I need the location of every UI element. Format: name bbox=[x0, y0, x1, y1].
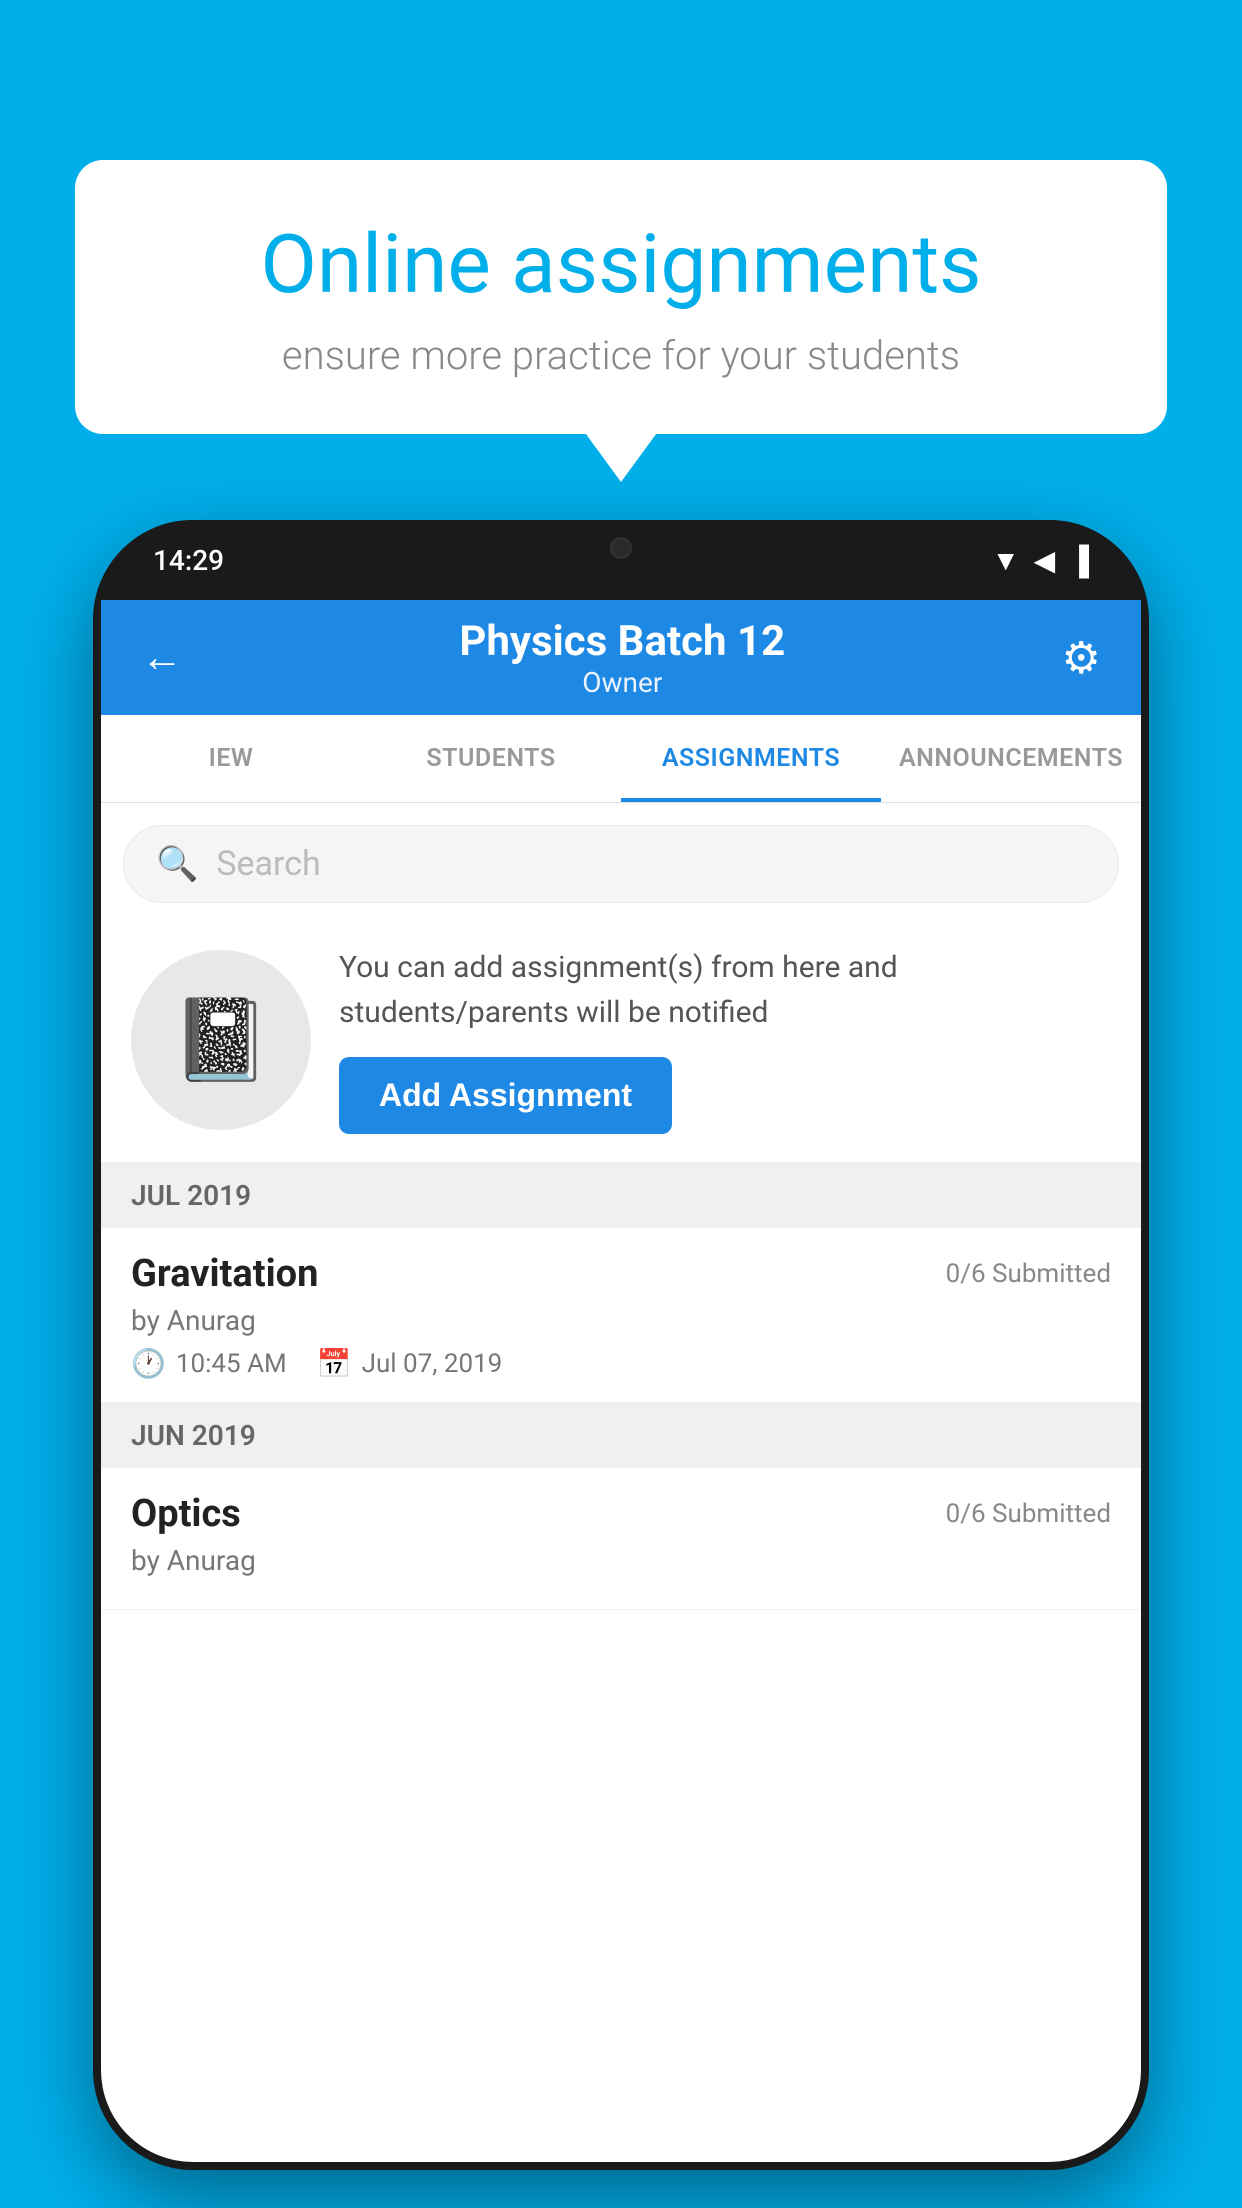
assignment-name-optics: Optics bbox=[131, 1492, 241, 1536]
phone-screen: ← Physics Batch 12 Owner ⚙ IEW STUDENTS … bbox=[101, 600, 1141, 2162]
clock-icon: 🕐 bbox=[131, 1347, 166, 1380]
tab-students[interactable]: STUDENTS bbox=[361, 715, 621, 802]
assignment-date: 📅 Jul 07, 2019 bbox=[317, 1347, 503, 1380]
promo-icon-circle: 📓 bbox=[131, 950, 311, 1130]
section-header-jul: JUL 2019 bbox=[101, 1163, 1141, 1228]
battery-icon: ▐ bbox=[1069, 544, 1089, 577]
calendar-icon: 📅 bbox=[317, 1347, 352, 1380]
app-header: ← Physics Batch 12 Owner ⚙ bbox=[101, 600, 1141, 715]
tabs-bar: IEW STUDENTS ASSIGNMENTS ANNOUNCEMENTS bbox=[101, 715, 1141, 803]
notebook-icon: 📓 bbox=[171, 993, 271, 1087]
section-header-jun: JUN 2019 bbox=[101, 1403, 1141, 1468]
assignment-row-top-2: Optics 0/6 Submitted bbox=[131, 1492, 1111, 1536]
bubble-title: Online assignments bbox=[145, 220, 1097, 310]
speech-bubble-container: Online assignments ensure more practice … bbox=[75, 160, 1167, 434]
tab-assignments[interactable]: ASSIGNMENTS bbox=[621, 715, 881, 802]
search-bar[interactable]: 🔍 Search bbox=[123, 825, 1119, 903]
wifi-icon: ▼ bbox=[992, 544, 1020, 577]
notch bbox=[531, 520, 711, 575]
tab-iew[interactable]: IEW bbox=[101, 715, 361, 802]
assignment-submitted-optics: 0/6 Submitted bbox=[946, 1499, 1111, 1529]
assignment-name: Gravitation bbox=[131, 1252, 318, 1296]
status-time: 14:29 bbox=[153, 544, 224, 577]
status-icons: ▼ ◀ ▐ bbox=[992, 544, 1089, 577]
promo-text: You can add assignment(s) from here and … bbox=[339, 945, 1111, 1035]
phone-frame: 14:29 ▼ ◀ ▐ ← Physics Batch 12 Owner ⚙ I… bbox=[93, 520, 1149, 2170]
add-assignment-button[interactable]: Add Assignment bbox=[339, 1057, 672, 1134]
search-placeholder: Search bbox=[216, 844, 320, 884]
assignment-time: 🕐 10:45 AM bbox=[131, 1347, 287, 1380]
settings-button[interactable]: ⚙ bbox=[1062, 632, 1101, 684]
assignment-author: by Anurag bbox=[131, 1304, 1111, 1337]
header-center: Physics Batch 12 Owner bbox=[459, 617, 785, 699]
status-bar: 14:29 ▼ ◀ ▐ bbox=[93, 520, 1149, 600]
assignment-meta: 🕐 10:45 AM 📅 Jul 07, 2019 bbox=[131, 1347, 1111, 1380]
bubble-subtitle: ensure more practice for your students bbox=[145, 332, 1097, 379]
assignment-item-gravitation[interactable]: Gravitation 0/6 Submitted by Anurag 🕐 10… bbox=[101, 1228, 1141, 1403]
content-area: 🔍 Search 📓 You can add assignment(s) fro… bbox=[101, 803, 1141, 1610]
assignment-submitted: 0/6 Submitted bbox=[946, 1259, 1111, 1289]
batch-title: Physics Batch 12 bbox=[459, 617, 785, 666]
tab-announcements[interactable]: ANNOUNCEMENTS bbox=[881, 715, 1141, 802]
camera bbox=[610, 537, 632, 559]
search-icon: 🔍 bbox=[156, 844, 198, 884]
assignment-author-optics: by Anurag bbox=[131, 1544, 1111, 1577]
speech-bubble: Online assignments ensure more practice … bbox=[75, 160, 1167, 434]
assignment-row-top: Gravitation 0/6 Submitted bbox=[131, 1252, 1111, 1296]
signal-icon: ◀ bbox=[1034, 544, 1056, 577]
assignment-item-optics[interactable]: Optics 0/6 Submitted by Anurag bbox=[101, 1468, 1141, 1610]
promo-section: 📓 You can add assignment(s) from here an… bbox=[101, 921, 1141, 1163]
batch-role: Owner bbox=[459, 666, 785, 699]
promo-content: You can add assignment(s) from here and … bbox=[339, 945, 1111, 1134]
back-button[interactable]: ← bbox=[141, 633, 183, 682]
